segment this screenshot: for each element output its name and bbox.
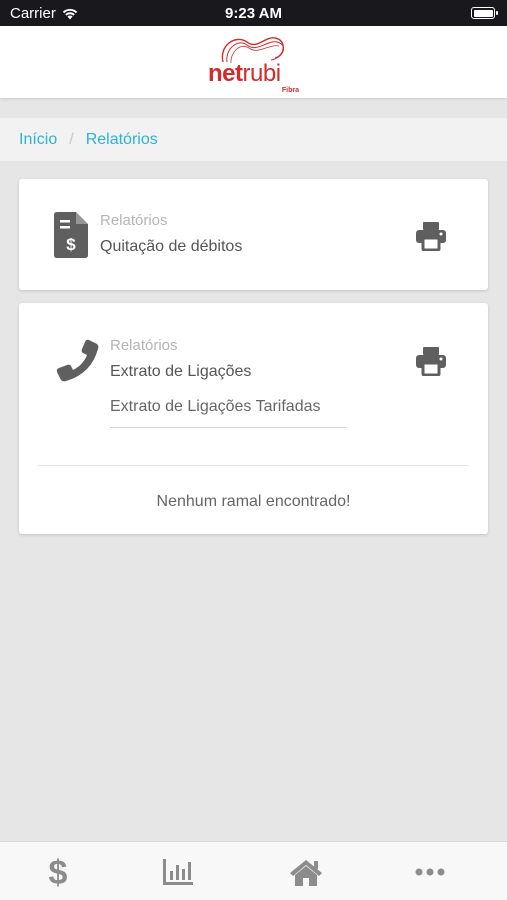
logo-tagline: Fibra: [281, 87, 299, 94]
breadcrumb-home-link[interactable]: Início: [19, 131, 57, 149]
logo-text-net: net: [208, 60, 243, 87]
tab-inicio[interactable]: [276, 842, 336, 900]
battery-icon: [471, 7, 498, 19]
report-kicker: Relatórios: [110, 337, 178, 354]
tab-mais[interactable]: [400, 842, 460, 900]
bar-chart-icon: [163, 858, 193, 885]
breadcrumb: Início / Relatórios: [0, 118, 507, 161]
report-type-value: Extrato de Ligações Tarifadas: [110, 398, 321, 415]
tab-relatorios[interactable]: [148, 842, 208, 900]
divider: [38, 465, 469, 466]
report-card-extrato[interactable]: Relatórios Extrato de Ligações Extrato d…: [19, 303, 488, 534]
status-bar: Carrier 9:23 AM: [0, 0, 507, 26]
empty-state-message: Nenhum ramal encontrado!: [156, 493, 351, 510]
breadcrumb-current[interactable]: Relatórios: [86, 131, 158, 149]
report-title: Extrato de Ligações: [110, 363, 252, 380]
brand-logo: netrubi Fibra: [205, 32, 305, 94]
report-title: Quitação de débitos: [100, 238, 243, 255]
breadcrumb-separator: /: [69, 130, 74, 148]
invoice-dollar-icon: $: [54, 212, 88, 258]
svg-text:$: $: [66, 235, 76, 254]
bottom-tab-bar: $: [0, 841, 507, 900]
report-kicker: Relatórios: [100, 212, 168, 229]
report-card-quitacao[interactable]: $ Relatórios Quitação de débitos: [19, 179, 488, 290]
clock: 9:23 AM: [225, 5, 282, 22]
dollar-icon: $: [49, 855, 68, 889]
svg-text:$: $: [49, 855, 68, 889]
report-type-select[interactable]: Extrato de Ligações Tarifadas: [110, 398, 347, 428]
printer-icon[interactable]: [416, 221, 446, 251]
logo-wordmark: netrubi: [208, 62, 281, 86]
tab-financeiro[interactable]: $: [28, 842, 88, 900]
phone-icon: [56, 339, 99, 382]
more-icon: [415, 868, 445, 875]
printer-icon[interactable]: [416, 346, 446, 376]
home-icon: [290, 859, 322, 886]
app-header: netrubi Fibra: [0, 26, 507, 98]
logo-text-rubi: rubi: [242, 60, 282, 87]
